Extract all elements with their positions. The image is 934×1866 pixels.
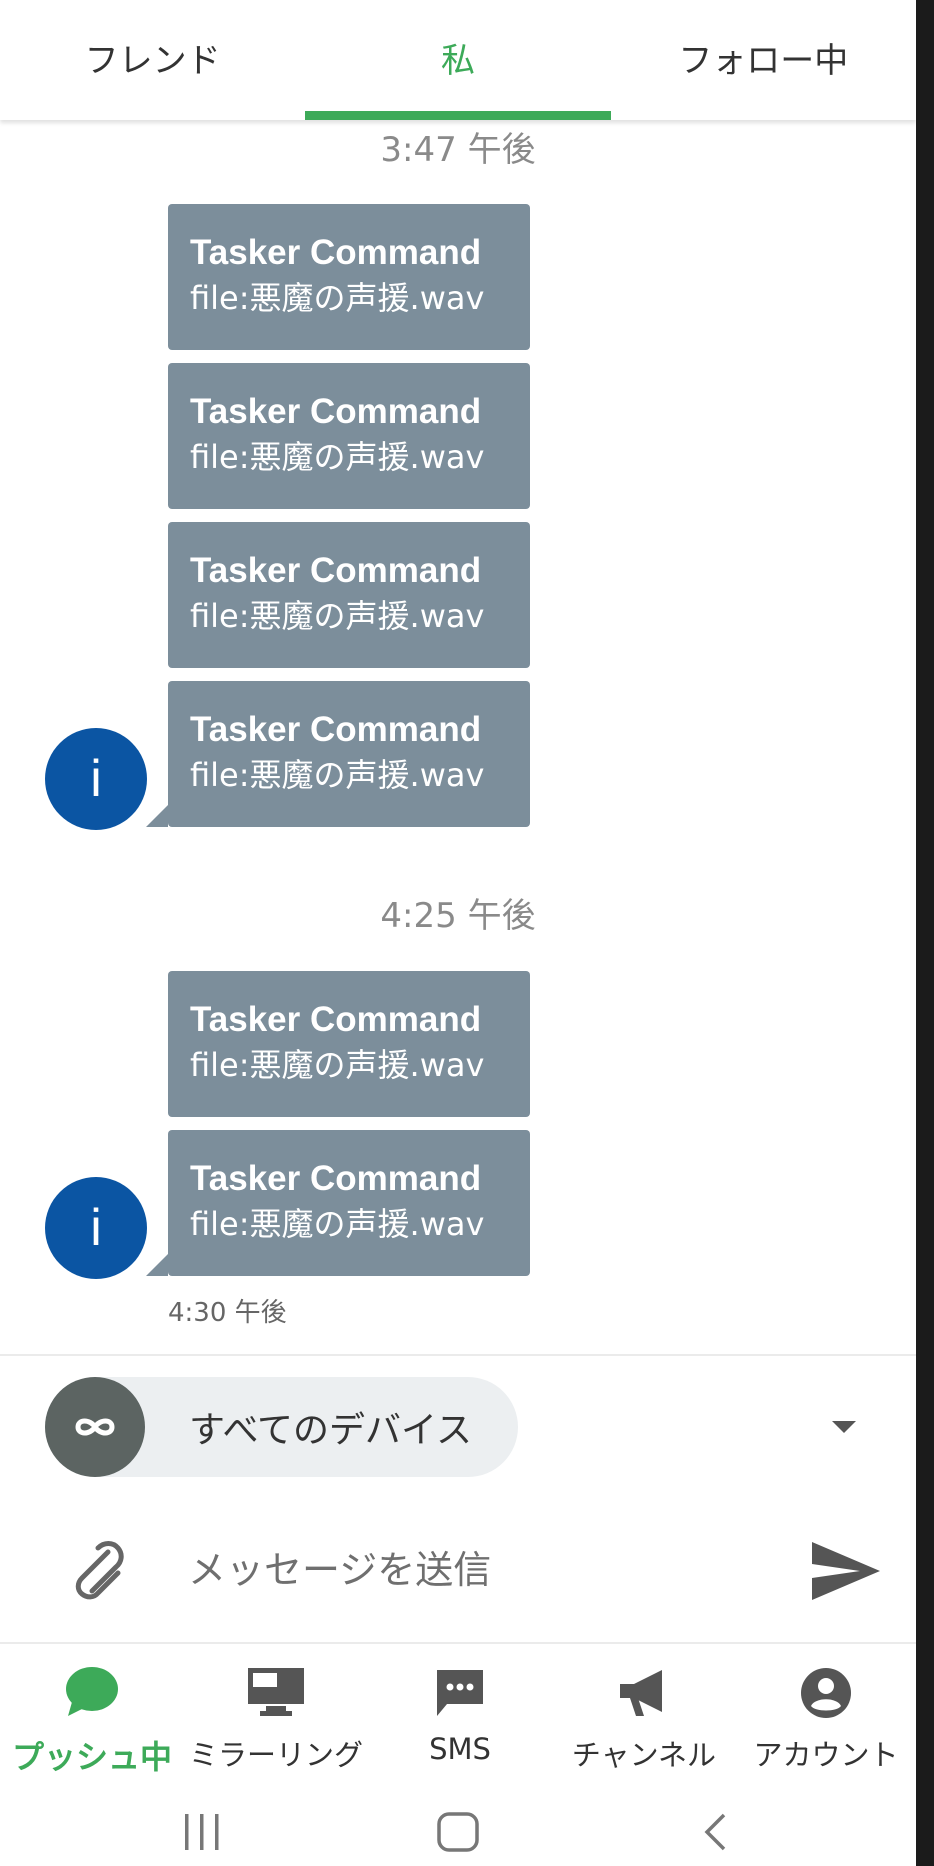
message-title: Tasker Command xyxy=(190,1000,482,1039)
tab-friends-label: フレンド xyxy=(84,40,221,81)
nav-mirroring-label: ミラーリング xyxy=(188,1738,363,1772)
pushbullet-screen: フレンド 私 フォロー中 3:47 午後 Tasker Command file… xyxy=(0,0,916,1866)
nav-sms[interactable]: SMS xyxy=(368,1644,552,1784)
screen-edge xyxy=(916,0,934,1866)
message-title: Tasker Command xyxy=(190,233,482,272)
message-file: file:悪魔の声援.wav xyxy=(190,1205,485,1243)
sent-time: 4:30 午後 xyxy=(168,1298,287,1328)
top-tabs: フレンド 私 フォロー中 xyxy=(0,0,916,120)
system-navigation-bar xyxy=(0,1784,916,1866)
message-title: Tasker Command xyxy=(190,710,482,749)
message-list[interactable]: 3:47 午後 Tasker Command file:悪魔の声援.wav Ta… xyxy=(0,120,916,1354)
message-file: file:悪魔の声援.wav xyxy=(190,597,485,635)
sender-avatar[interactable]: i xyxy=(45,1177,147,1279)
message-title: Tasker Command xyxy=(190,551,482,590)
device-selector-label: すべてのデバイス xyxy=(189,1410,472,1451)
back-icon[interactable] xyxy=(700,1812,730,1857)
megaphone-icon xyxy=(616,1666,672,1725)
message-bubble[interactable]: Tasker Command file:悪魔の声援.wav xyxy=(146,681,530,827)
message-input[interactable] xyxy=(188,1535,788,1605)
home-icon[interactable] xyxy=(436,1812,480,1857)
sms-icon xyxy=(433,1666,487,1725)
timestamp: 3:47 午後 xyxy=(380,130,536,170)
tab-friends[interactable]: フレンド xyxy=(0,0,305,120)
recent-apps-icon[interactable] xyxy=(180,1812,224,1857)
message-bubble[interactable]: Tasker Command file:悪魔の声援.wav xyxy=(168,204,530,350)
message-file: file:悪魔の声援.wav xyxy=(190,438,485,476)
tab-following-label: フォロー中 xyxy=(678,40,849,81)
info-avatar-letter: i xyxy=(90,750,102,808)
message-title: Tasker Command xyxy=(190,392,482,431)
account-icon xyxy=(799,1666,853,1725)
message-bubble[interactable]: Tasker Command file:悪魔の声援.wav xyxy=(168,971,530,1117)
divider xyxy=(0,1354,916,1356)
nav-channels[interactable]: チャンネル xyxy=(552,1644,736,1784)
active-tab-indicator xyxy=(305,111,611,120)
message-title: Tasker Command xyxy=(190,1159,482,1198)
tab-me[interactable]: 私 xyxy=(305,0,611,120)
message-file: file:悪魔の声援.wav xyxy=(190,1046,485,1084)
tab-me-label: 私 xyxy=(440,40,475,81)
device-selector[interactable]: すべてのデバイス xyxy=(45,1377,518,1477)
message-file: file:悪魔の声援.wav xyxy=(190,756,485,794)
nav-mirroring[interactable]: ミラーリング xyxy=(184,1644,368,1784)
dropdown-arrow-icon[interactable] xyxy=(832,1421,856,1433)
bottom-navigation: プッシュ中 ミラーリング SMS チャンネル アカウント xyxy=(0,1642,916,1784)
message-bubble[interactable]: Tasker Command file:悪魔の声援.wav xyxy=(168,522,530,668)
nav-pushing-label: プッシュ中 xyxy=(11,1738,172,1776)
info-avatar-letter: i xyxy=(90,1199,102,1257)
infinity-icon xyxy=(45,1377,145,1477)
nav-pushing[interactable]: プッシュ中 xyxy=(0,1644,184,1784)
message-bubble[interactable]: Tasker Command file:悪魔の声援.wav xyxy=(146,1130,530,1276)
nav-sms-label: SMS xyxy=(429,1732,491,1766)
chat-bubble-icon xyxy=(64,1666,120,1723)
nav-account-label: アカウント xyxy=(753,1738,899,1772)
sender-avatar[interactable]: i xyxy=(45,728,147,830)
tab-following[interactable]: フォロー中 xyxy=(611,0,916,120)
nav-channels-label: チャンネル xyxy=(571,1738,717,1772)
send-icon[interactable] xyxy=(810,1540,882,1602)
message-bubble[interactable]: Tasker Command file:悪魔の声援.wav xyxy=(168,363,530,509)
timestamp: 4:25 午後 xyxy=(380,896,536,936)
paperclip-icon[interactable] xyxy=(64,1538,124,1602)
message-file: file:悪魔の声援.wav xyxy=(190,279,485,317)
monitor-icon xyxy=(246,1666,306,1723)
nav-account[interactable]: アカウント xyxy=(736,1644,916,1784)
